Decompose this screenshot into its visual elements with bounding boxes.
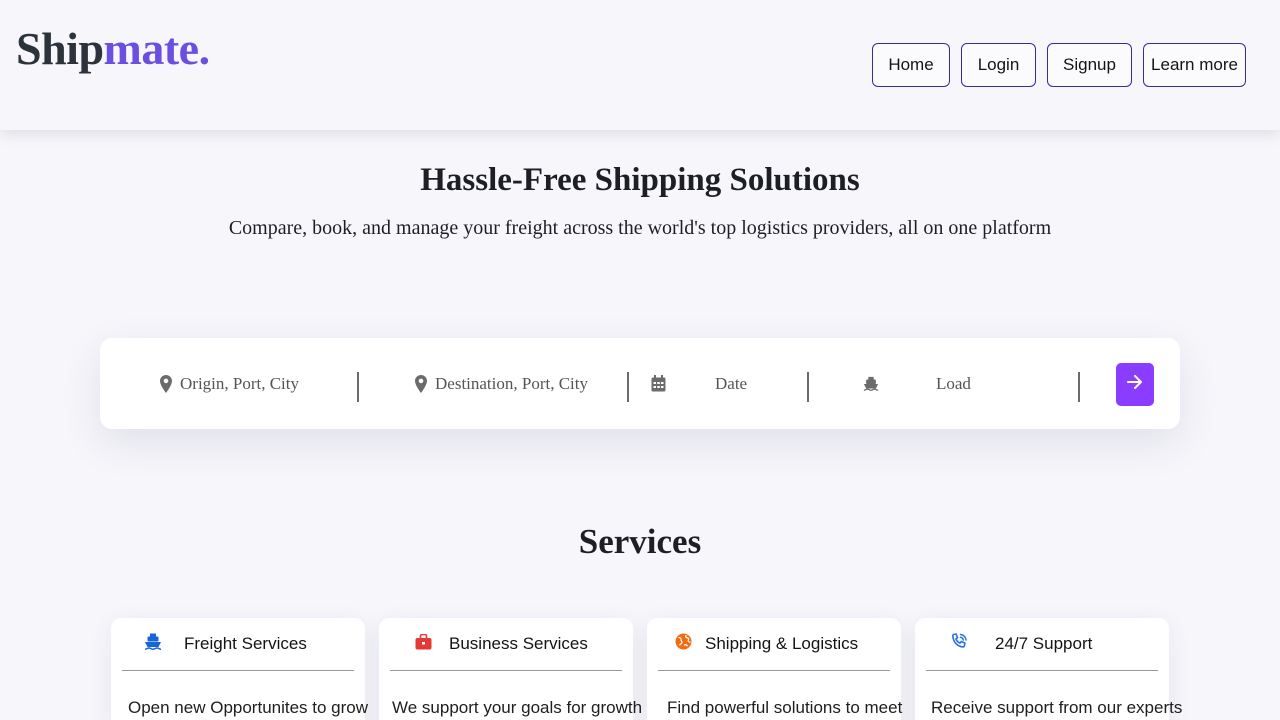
- load-placeholder: Load: [936, 373, 971, 393]
- logo-text-ship: Ship: [16, 23, 104, 74]
- logo[interactable]: Shipmate.: [16, 22, 210, 75]
- search-divider: [627, 372, 629, 402]
- briefcase-icon: [415, 633, 432, 655]
- card-text: We support your goals for growth: [392, 698, 643, 717]
- origin-field[interactable]: Origin, Port, City: [158, 338, 348, 429]
- search-divider: [1078, 372, 1080, 402]
- signup-button[interactable]: Signup: [1047, 43, 1132, 87]
- destination-field[interactable]: Destination, Port, City: [413, 338, 623, 429]
- service-card-support[interactable]: 24/7 Support Receive support from our ex…: [915, 618, 1183, 720]
- services-title: Services: [578, 522, 702, 561]
- site-header: Shipmate. Home Login Signup Learn more: [0, 0, 1280, 130]
- arrow-right-icon: [1127, 375, 1143, 394]
- card-header: Freight Services: [122, 618, 354, 671]
- hero-title: Hassle-Free Shipping Solutions: [420, 162, 860, 198]
- date-placeholder: Date: [715, 373, 748, 393]
- card-title: 24/7 Support: [995, 634, 1093, 653]
- map-pin-icon: [413, 374, 429, 394]
- map-pin-icon: [158, 374, 174, 394]
- learn-more-button[interactable]: Learn more: [1143, 43, 1246, 87]
- card-header: Shipping & Logistics: [658, 618, 890, 671]
- ship-icon: [863, 374, 879, 394]
- card-title: Business Services: [449, 634, 588, 653]
- service-card-freight[interactable]: Freight Services Open new Opportunites t…: [111, 618, 369, 720]
- card-title: Shipping & Logistics: [705, 634, 859, 653]
- home-button[interactable]: Home: [872, 43, 950, 87]
- search-divider: [807, 372, 809, 402]
- card-title: Freight Services: [184, 634, 307, 653]
- logo-text-mate: mate.: [103, 23, 211, 74]
- card-text: Receive support from our experts: [931, 698, 1183, 717]
- globe-icon: [675, 633, 692, 655]
- date-field[interactable]: Date: [650, 338, 800, 429]
- phone-icon: [950, 632, 968, 656]
- destination-placeholder: Destination, Port, City: [435, 373, 588, 393]
- calendar-icon: [650, 374, 666, 394]
- login-button[interactable]: Login: [961, 43, 1036, 87]
- search-divider: [357, 372, 359, 402]
- ship-icon: [144, 633, 162, 656]
- card-header: 24/7 Support: [926, 618, 1158, 671]
- load-field[interactable]: Load: [863, 338, 1063, 429]
- service-card-shipping[interactable]: Shipping & Logistics Find powerful solut…: [647, 618, 903, 720]
- search-submit-button[interactable]: [1116, 363, 1154, 406]
- card-text: Open new Opportunites to grow: [128, 698, 369, 717]
- origin-placeholder: Origin, Port, City: [180, 373, 300, 393]
- shipping-search-bar: Origin, Port, City Destination, Port, Ci…: [100, 338, 1180, 429]
- hero-subtitle: Compare, book, and manage your freight a…: [228, 217, 1052, 239]
- card-text: Find powerful solutions to meet: [667, 698, 903, 717]
- card-header: Business Services: [390, 618, 622, 671]
- service-card-business[interactable]: Business Services We support your goals …: [379, 618, 643, 720]
